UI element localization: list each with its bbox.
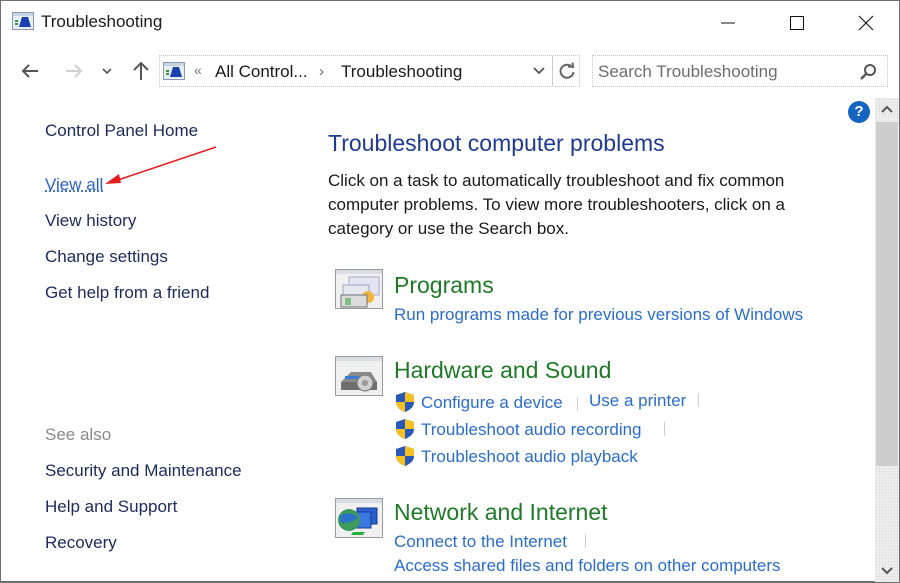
configure-a-device-link[interactable]: Configure a device [421,393,563,413]
network-and-internet-category-link[interactable]: Network and Internet [394,499,608,526]
task-separator [577,397,578,411]
page-description: Click on a task to automatically trouble… [328,171,785,238]
chevron-up-icon [881,105,893,113]
network-internet-icon [335,498,383,538]
forward-button[interactable] [59,57,89,85]
window-title: Troubleshooting [41,12,163,31]
maximize-icon [790,16,804,30]
refresh-button[interactable] [554,56,580,86]
uac-shield-icon [396,419,414,439]
arrow-left-icon [21,64,38,78]
chevron-down-icon [102,68,112,75]
refresh-icon [559,62,575,79]
see-also-heading: See also [45,425,112,444]
control-panel-home-link[interactable]: Control Panel Home [45,121,198,141]
programs-category-link[interactable]: Programs [394,272,494,299]
title-bar: Troubleshooting [1,1,899,45]
minimize-button[interactable] [705,1,751,45]
run-previous-versions-link[interactable]: Run programs made for previous versions … [394,305,803,325]
scroll-thumb[interactable] [876,122,898,466]
control-panel-icon [163,62,185,80]
breadcrumb-separator[interactable]: › [319,63,324,80]
up-button[interactable] [128,57,154,85]
access-shared-files-link[interactable]: Access shared files and folders on other… [394,556,780,576]
connect-to-the-internet-link[interactable]: Connect to the Internet [394,532,567,552]
maximize-button[interactable] [774,1,820,45]
troubleshoot-audio-playback-link[interactable]: Troubleshoot audio playback [421,447,638,467]
control-panel-icon [12,12,34,30]
scroll-down-button[interactable] [875,560,899,582]
help-button[interactable]: ? [848,101,870,123]
scroll-up-button[interactable] [875,98,899,120]
address-dropdown-button[interactable] [528,56,550,86]
view-all-link[interactable]: View all [45,175,103,195]
uac-shield-icon [396,446,414,466]
view-history-link[interactable]: View history [45,211,136,231]
close-icon [858,15,874,31]
vertical-scrollbar[interactable] [875,98,899,582]
change-settings-link[interactable]: Change settings [45,247,168,267]
uac-shield-icon [396,392,414,412]
navigation-bar: « All Control... › Troubleshooting [1,51,899,91]
minimize-icon [721,22,735,24]
hardware-sound-icon [335,356,383,396]
arrow-up-icon [133,61,149,80]
recovery-link[interactable]: Recovery [45,533,117,553]
troubleshoot-audio-recording-link[interactable]: Troubleshoot audio recording [421,420,642,440]
chevron-down-icon [881,567,893,575]
search-icon[interactable] [857,61,879,83]
close-button[interactable] [843,1,889,45]
arrow-right-icon [66,64,83,78]
programs-icon [335,269,383,309]
annotation-arrow [105,146,217,184]
help-and-support-link[interactable]: Help and Support [45,497,177,517]
search-box[interactable] [592,55,888,87]
use-a-printer-link[interactable]: Use a printer [589,391,686,411]
task-separator [698,393,699,407]
security-and-maintenance-link[interactable]: Security and Maintenance [45,461,242,481]
search-input[interactable] [598,61,848,83]
overflow-chevron[interactable]: « [194,62,202,78]
breadcrumb-troubleshooting[interactable]: Troubleshooting [341,62,462,82]
address-divider [552,56,553,86]
back-button[interactable] [15,57,45,85]
troubleshooting-window: Troubleshooting « All Control... › Troub… [0,0,900,583]
chevron-down-icon [533,67,545,75]
page-title: Troubleshoot computer problems [328,130,665,156]
recent-locations-button[interactable] [98,57,116,85]
address-bar[interactable]: « All Control... › Troubleshooting [159,55,580,87]
task-separator [664,422,665,436]
hardware-and-sound-category-link[interactable]: Hardware and Sound [394,357,611,384]
get-help-from-a-friend-link[interactable]: Get help from a friend [45,283,209,303]
task-separator [585,534,586,548]
breadcrumb-all-control-panel[interactable]: All Control... [215,62,308,82]
